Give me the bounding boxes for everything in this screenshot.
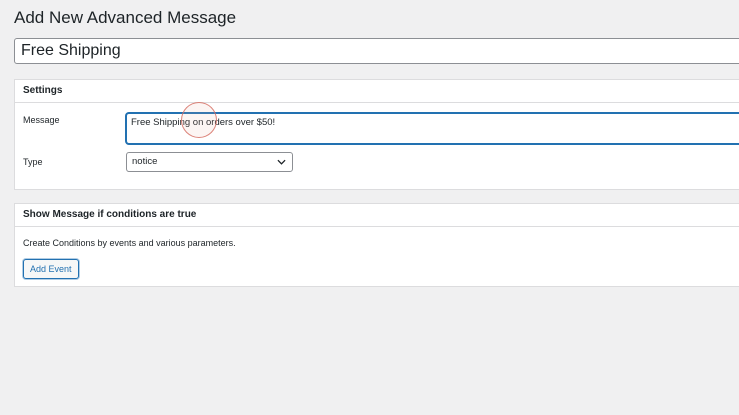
click-indicator	[181, 102, 217, 138]
conditions-panel-heading: Show Message if conditions are true	[15, 204, 739, 227]
settings-panel: Settings Message Free Shipping on orders…	[14, 79, 739, 190]
settings-panel-heading: Settings	[15, 80, 739, 103]
type-select[interactable]: notice	[126, 152, 293, 172]
type-select-value: notice	[132, 156, 158, 167]
message-label: Message	[23, 115, 60, 125]
page-title: Add New Advanced Message	[14, 8, 237, 27]
post-title-input[interactable]: Free Shipping	[14, 38, 739, 64]
chevron-down-icon	[277, 159, 286, 165]
type-label: Type	[23, 157, 43, 167]
message-textarea[interactable]: Free Shipping on orders over $50!	[126, 113, 739, 144]
conditions-panel: Show Message if conditions are true Crea…	[14, 203, 739, 287]
add-event-button[interactable]: Add Event	[23, 259, 79, 279]
conditions-description: Create Conditions by events and various …	[23, 238, 236, 248]
